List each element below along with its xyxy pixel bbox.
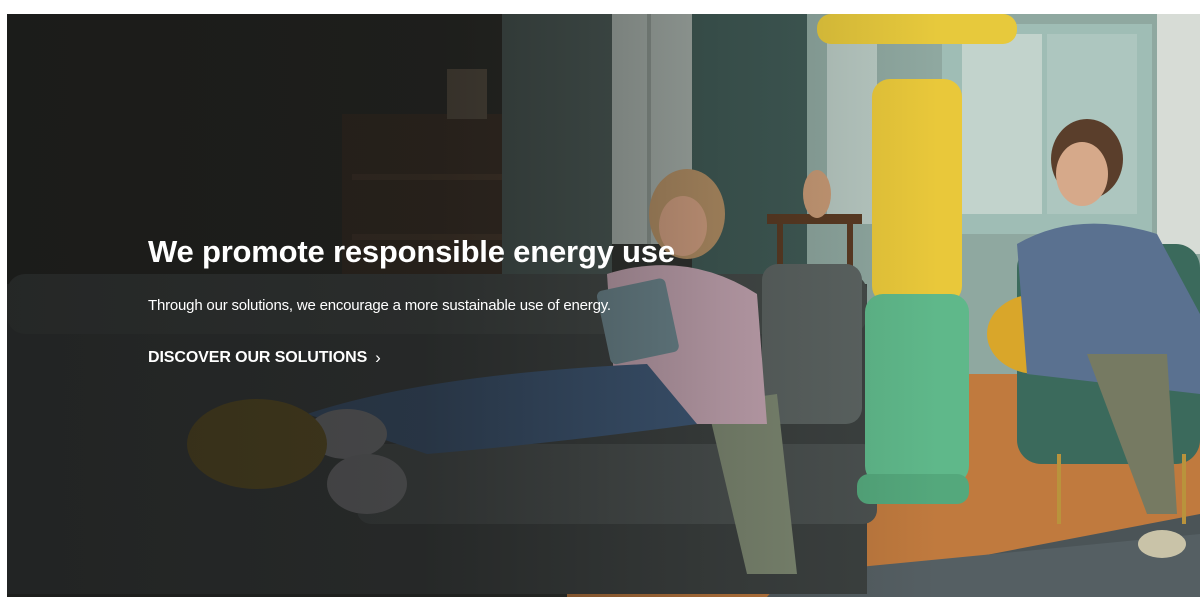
hero-content: We promote responsible energy use Throug… [148,232,848,368]
hero-subtitle: Through our solutions, we encourage a mo… [148,297,611,314]
discover-solutions-label: DISCOVER OUR SOLUTIONS [148,349,368,366]
chevron-right-icon: › [375,348,381,367]
hero-headline: We promote responsible energy use [148,234,675,269]
hero-banner: We promote responsible energy use Throug… [7,14,1200,597]
discover-solutions-link[interactable]: DISCOVER OUR SOLUTIONS › [148,348,381,368]
